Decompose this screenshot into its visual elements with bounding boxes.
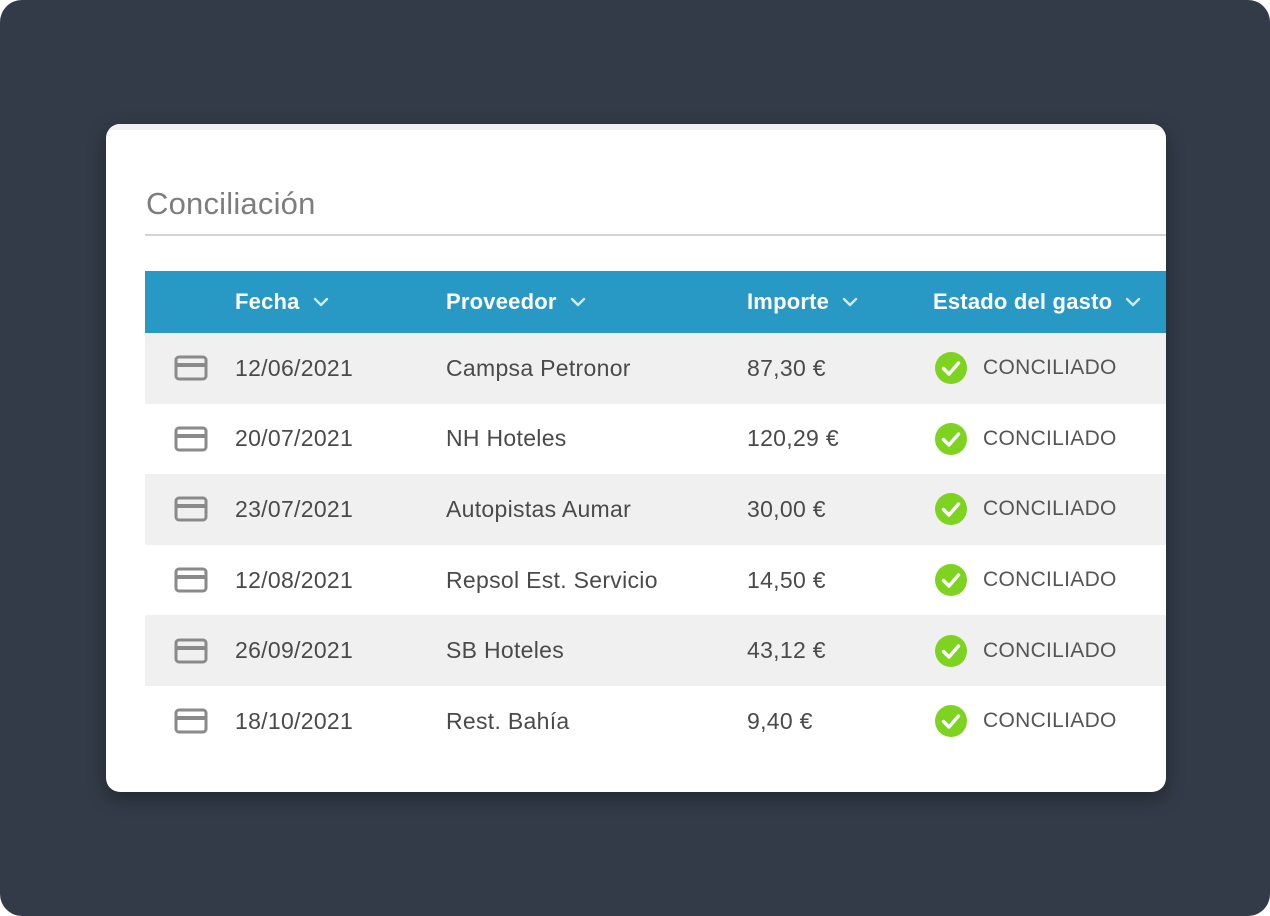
- title-divider: [145, 234, 1166, 236]
- status-badge: CONCILIADO: [935, 615, 1117, 686]
- cell-amount: 87,30 €: [747, 354, 826, 381]
- table-header: Fecha Proveedor Importe Estado del gasto: [145, 271, 1166, 333]
- status-label: CONCILIADO: [983, 709, 1117, 733]
- column-header-estado[interactable]: Estado del gasto: [933, 271, 1142, 333]
- check-circle-icon: [935, 564, 967, 597]
- status-badge: CONCILIADO: [935, 474, 1117, 545]
- cell-date: 18/10/2021: [235, 707, 354, 734]
- column-header-label: Estado del gasto: [933, 289, 1113, 314]
- credit-card-icon: [174, 404, 208, 475]
- chevron-down-icon: [570, 297, 585, 307]
- column-header-label: Importe: [747, 289, 830, 314]
- cell-amount: 9,40 €: [747, 707, 813, 734]
- expenses-table: Fecha Proveedor Importe Estado del gasto…: [145, 271, 1166, 757]
- status-label: CONCILIADO: [983, 638, 1117, 662]
- status-badge: CONCILIADO: [935, 686, 1117, 757]
- cell-date: 23/07/2021: [235, 495, 354, 522]
- status-badge: CONCILIADO: [935, 333, 1117, 404]
- cell-provider: Rest. Bahía: [446, 707, 570, 734]
- credit-card-icon: [174, 333, 208, 404]
- status-label: CONCILIADO: [983, 356, 1117, 380]
- cell-amount: 43,12 €: [747, 637, 826, 664]
- page-title: Conciliación: [146, 186, 316, 221]
- table-row[interactable]: 26/09/2021 SB Hoteles 43,12 € CONCILIADO: [145, 615, 1166, 686]
- column-header-label: Proveedor: [446, 289, 557, 314]
- cell-provider: SB Hoteles: [446, 637, 565, 664]
- status-label: CONCILIADO: [983, 497, 1117, 521]
- column-header-fecha[interactable]: Fecha: [235, 271, 330, 333]
- cell-provider: NH Hoteles: [446, 425, 567, 452]
- column-header-proveedor[interactable]: Proveedor: [446, 271, 587, 333]
- status-label: CONCILIADO: [983, 426, 1117, 450]
- credit-card-icon: [174, 545, 208, 616]
- cell-provider: Campsa Petronor: [446, 354, 631, 381]
- cell-provider: Repsol Est. Servicio: [446, 566, 658, 593]
- cell-amount: 120,29 €: [747, 425, 839, 452]
- credit-card-icon: [174, 615, 208, 686]
- cell-amount: 30,00 €: [747, 495, 826, 522]
- cell-amount: 14,50 €: [747, 566, 826, 593]
- check-circle-icon: [935, 493, 967, 526]
- reconciliation-panel: Conciliación Fecha Proveedor Importe Est…: [106, 124, 1166, 792]
- cell-date: 26/09/2021: [235, 637, 354, 664]
- column-header-label: Fecha: [235, 289, 300, 314]
- check-circle-icon: [935, 422, 967, 455]
- check-circle-icon: [935, 352, 967, 385]
- status-badge: CONCILIADO: [935, 545, 1117, 616]
- chevron-down-icon: [313, 297, 328, 307]
- table-row[interactable]: 18/10/2021 Rest. Bahía 9,40 € CONCILIADO: [145, 685, 1166, 757]
- cell-date: 12/08/2021: [235, 566, 354, 593]
- check-circle-icon: [935, 705, 967, 738]
- table-row[interactable]: 12/06/2021 Campsa Petronor 87,30 € CONCI…: [145, 333, 1166, 404]
- check-circle-icon: [935, 634, 967, 667]
- credit-card-icon: [174, 686, 208, 757]
- credit-card-icon: [174, 474, 208, 545]
- cell-provider: Autopistas Aumar: [446, 495, 632, 522]
- table-row[interactable]: 12/08/2021 Repsol Est. Servicio 14,50 € …: [145, 544, 1166, 616]
- cell-date: 20/07/2021: [235, 425, 354, 452]
- column-header-importe[interactable]: Importe: [747, 271, 859, 333]
- table-row[interactable]: 23/07/2021 Autopistas Aumar 30,00 € CONC…: [145, 474, 1166, 545]
- cell-date: 12/06/2021: [235, 354, 354, 381]
- status-label: CONCILIADO: [983, 568, 1117, 592]
- status-badge: CONCILIADO: [935, 404, 1117, 475]
- panel-top-edge: [106, 124, 1166, 130]
- table-row[interactable]: 20/07/2021 NH Hoteles 120,29 € CONCILIAD…: [145, 403, 1166, 475]
- chevron-down-icon: [842, 297, 858, 307]
- chevron-down-icon: [1126, 297, 1141, 307]
